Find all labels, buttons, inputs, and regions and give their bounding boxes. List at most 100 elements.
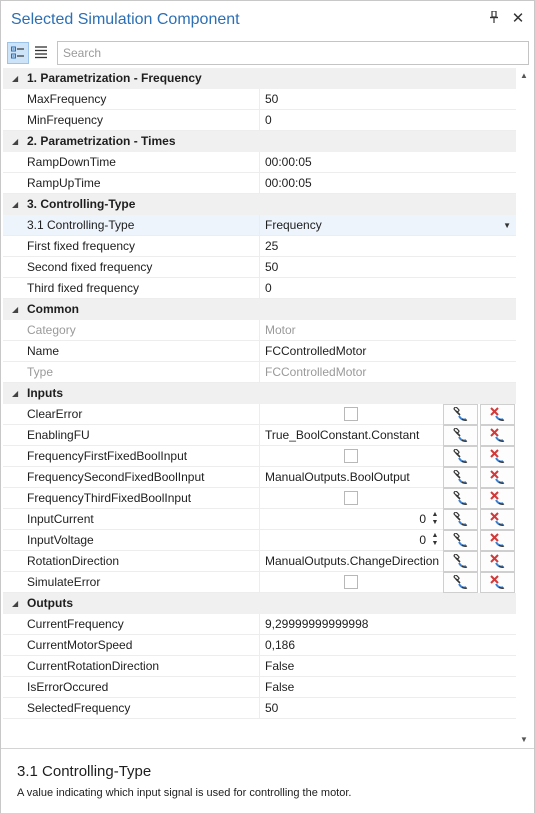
property-row[interactable]: MaxFrequency 50 xyxy=(3,89,516,110)
category-header[interactable]: ◢ Outputs xyxy=(3,593,516,614)
bind-signal-icon[interactable] xyxy=(443,530,478,551)
property-value[interactable]: 50 xyxy=(260,89,516,110)
property-value[interactable]: 00:00:05 xyxy=(260,173,516,194)
dropdown-arrow-icon[interactable]: ▼ xyxy=(503,215,511,235)
property-value[interactable]: False xyxy=(260,656,516,677)
bind-signal-icon[interactable] xyxy=(443,551,478,572)
search-input[interactable] xyxy=(57,41,529,65)
property-row[interactable]: CurrentMotorSpeed 0,186 xyxy=(3,635,516,656)
property-value[interactable]: 50 xyxy=(260,257,516,278)
numeric-value[interactable]: 0 xyxy=(419,509,426,529)
property-row[interactable]: EnablingFU True_BoolConstant.Constant xyxy=(3,425,516,446)
bind-signal-icon[interactable] xyxy=(443,404,478,425)
property-row[interactable]: Third fixed frequency 0 xyxy=(3,278,516,299)
scroll-up-arrow-icon[interactable]: ▲ xyxy=(520,71,528,80)
property-row[interactable]: 3.1 Controlling-Type Frequency ▼ xyxy=(3,215,516,236)
property-value[interactable]: 0 xyxy=(260,278,516,299)
property-value[interactable]: 00:00:05 xyxy=(260,152,516,173)
category-header[interactable]: ◢ Inputs xyxy=(3,383,516,404)
scroll-down-arrow-icon[interactable]: ▼ xyxy=(520,735,528,744)
property-row[interactable]: Name FCControlledMotor xyxy=(3,341,516,362)
property-row[interactable]: First fixed frequency 25 xyxy=(3,236,516,257)
category-header[interactable]: ◢ 2. Parametrization - Times xyxy=(3,131,516,152)
property-row[interactable]: FrequencyThirdFixedBoolInput xyxy=(3,488,516,509)
collapse-arrow-icon[interactable]: ◢ xyxy=(12,383,18,404)
property-value[interactable]: 0 ▲ ▼ xyxy=(260,530,443,551)
unbind-signal-icon[interactable] xyxy=(480,446,515,467)
category-label: 2. Parametrization - Times xyxy=(27,134,176,148)
pin-icon[interactable] xyxy=(485,10,503,29)
property-row[interactable]: RampDownTime 00:00:05 xyxy=(3,152,516,173)
property-value[interactable] xyxy=(260,488,443,509)
property-row[interactable]: InputCurrent 0 ▲ ▼ xyxy=(3,509,516,530)
property-row[interactable]: CurrentFrequency 9,29999999999998 xyxy=(3,614,516,635)
bind-signal-icon[interactable] xyxy=(443,572,478,593)
category-header[interactable]: ◢ 3. Controlling-Type xyxy=(3,194,516,215)
property-row[interactable]: RotationDirection ManualOutputs.ChangeDir… xyxy=(3,551,516,572)
property-value[interactable]: ManualOutputs.BoolOutput xyxy=(260,467,443,488)
property-value[interactable] xyxy=(260,404,443,425)
bind-signal-icon[interactable] xyxy=(443,425,478,446)
bind-signal-icon[interactable] xyxy=(443,446,478,467)
property-row[interactable]: RampUpTime 00:00:05 xyxy=(3,173,516,194)
unbind-signal-icon[interactable] xyxy=(480,572,515,593)
close-icon[interactable]: ✕ xyxy=(509,9,527,27)
property-row[interactable]: SelectedFrequency 50 xyxy=(3,698,516,719)
property-value: FCControlledMotor xyxy=(260,362,516,383)
collapse-arrow-icon[interactable]: ◢ xyxy=(12,299,18,320)
property-row[interactable]: FrequencyFirstFixedBoolInput xyxy=(3,446,516,467)
vertical-scrollbar[interactable]: ▲ ▼ xyxy=(516,68,533,748)
property-value[interactable]: FCControlledMotor xyxy=(260,341,516,362)
property-value[interactable]: 9,29999999999998 xyxy=(260,614,516,635)
alphabetical-view-icon[interactable] xyxy=(31,42,53,64)
category-header[interactable]: ◢ Common xyxy=(3,299,516,320)
unbind-signal-icon[interactable] xyxy=(480,467,515,488)
property-value[interactable]: ManualOutputs.ChangeDirection xyxy=(260,551,443,572)
category-header[interactable]: ◢ 1. Parametrization - Frequency xyxy=(3,68,516,89)
property-name: CurrentFrequency xyxy=(3,614,260,635)
numeric-value[interactable]: 0 xyxy=(419,530,426,550)
property-value[interactable] xyxy=(260,446,443,467)
property-row[interactable]: FrequencySecondFixedBoolInput ManualOutpu… xyxy=(3,467,516,488)
checkbox[interactable] xyxy=(344,575,358,589)
bind-signal-icon[interactable] xyxy=(443,509,478,530)
unbind-signal-icon[interactable] xyxy=(480,551,515,572)
unbind-signal-icon[interactable] xyxy=(480,530,515,551)
spinner-arrows-icon[interactable]: ▲ ▼ xyxy=(430,511,440,528)
property-value[interactable]: 0,186 xyxy=(260,635,516,656)
unbind-signal-icon[interactable] xyxy=(480,488,515,509)
property-row[interactable]: IsErrorOccured False xyxy=(3,677,516,698)
property-value[interactable]: False xyxy=(260,677,516,698)
collapse-arrow-icon[interactable]: ◢ xyxy=(12,131,18,152)
categorized-view-icon[interactable] xyxy=(7,42,29,64)
property-row[interactable]: Category Motor xyxy=(3,320,516,341)
checkbox[interactable] xyxy=(344,491,358,505)
collapse-arrow-icon[interactable]: ◢ xyxy=(12,68,18,89)
unbind-signal-icon[interactable] xyxy=(480,404,515,425)
property-row[interactable]: CurrentRotationDirection False xyxy=(3,656,516,677)
property-value[interactable]: 50 xyxy=(260,698,516,719)
property-row[interactable]: Type FCControlledMotor xyxy=(3,362,516,383)
property-value[interactable]: 0 xyxy=(260,110,516,131)
checkbox[interactable] xyxy=(344,407,358,421)
bind-signal-icon[interactable] xyxy=(443,467,478,488)
property-row[interactable]: InputVoltage 0 ▲ ▼ xyxy=(3,530,516,551)
bind-signal-icon[interactable] xyxy=(443,488,478,509)
unbind-signal-icon[interactable] xyxy=(480,509,515,530)
property-name: First fixed frequency xyxy=(3,236,260,257)
property-value[interactable]: 0 ▲ ▼ xyxy=(260,509,443,530)
property-row[interactable]: SimulateError xyxy=(3,572,516,593)
property-row[interactable]: Second fixed frequency 50 xyxy=(3,257,516,278)
category-label: Common xyxy=(27,302,79,316)
property-value[interactable]: 25 xyxy=(260,236,516,257)
property-value[interactable]: Frequency ▼ xyxy=(260,215,516,236)
property-value[interactable] xyxy=(260,572,443,593)
collapse-arrow-icon[interactable]: ◢ xyxy=(12,593,18,614)
collapse-arrow-icon[interactable]: ◢ xyxy=(12,194,18,215)
spinner-arrows-icon[interactable]: ▲ ▼ xyxy=(430,532,440,549)
property-row[interactable]: ClearError xyxy=(3,404,516,425)
property-row[interactable]: MinFrequency 0 xyxy=(3,110,516,131)
checkbox[interactable] xyxy=(344,449,358,463)
unbind-signal-icon[interactable] xyxy=(480,425,515,446)
property-value[interactable]: True_BoolConstant.Constant xyxy=(260,425,443,446)
